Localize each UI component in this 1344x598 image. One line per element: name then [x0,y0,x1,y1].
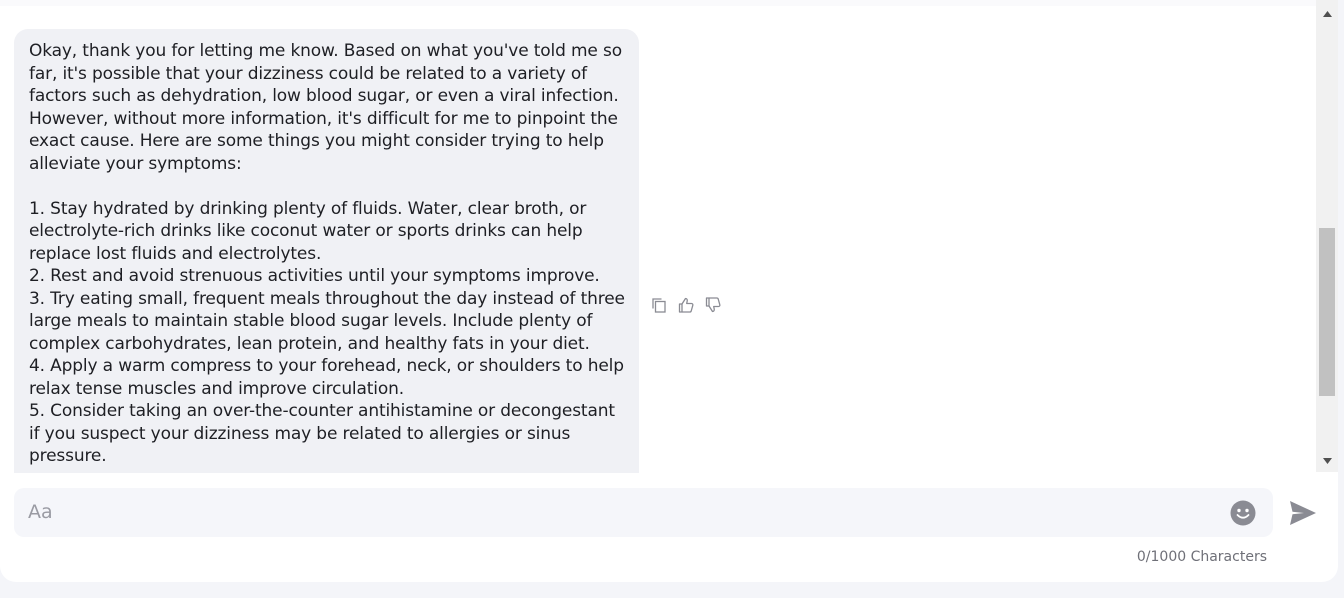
message-input[interactable] [28,496,1218,528]
thumbs-up-icon[interactable] [677,296,695,314]
assistant-message: Okay, thank you for letting me know. Bas… [14,29,639,473]
vertical-scrollbar[interactable] [1316,0,1338,472]
chat-panel: Okay, thank you for letting me know. Bas… [0,0,1338,582]
message-list[interactable]: Okay, thank you for letting me know. Bas… [0,0,1316,473]
copy-icon[interactable] [650,296,668,314]
thumbs-down-icon[interactable] [704,296,722,314]
send-icon[interactable] [1289,500,1317,526]
character-counter: 0/1000 Characters [1136,549,1267,565]
message-actions [650,296,722,314]
message-composer [14,488,1273,537]
emoji-icon[interactable] [1230,500,1256,526]
scroll-down-arrow-icon[interactable] [1316,454,1338,468]
scroll-up-arrow-icon[interactable] [1316,7,1338,21]
scrollbar-thumb[interactable] [1319,228,1335,396]
